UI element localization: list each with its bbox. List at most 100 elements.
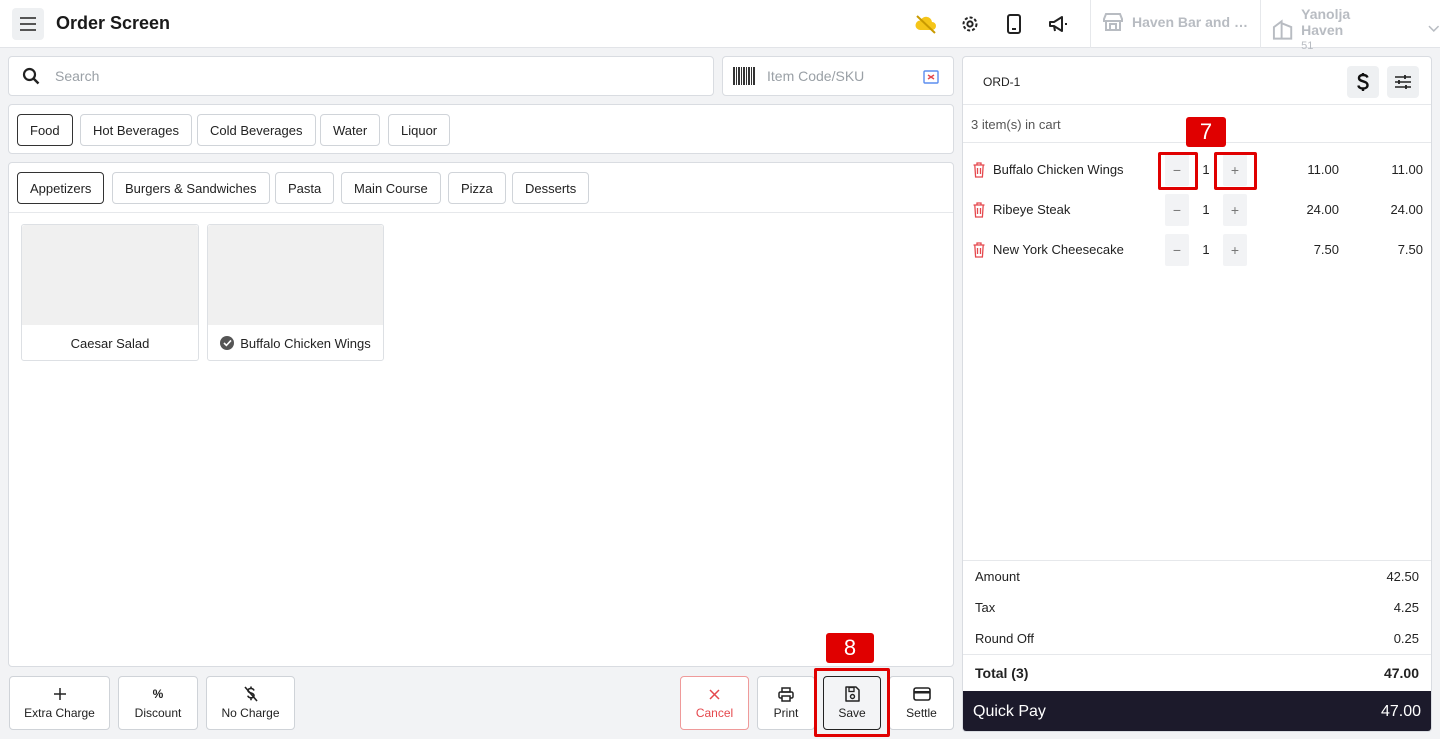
save-label: Save [838,706,866,720]
quick-pay-label: Quick Pay [973,703,1046,720]
quick-pay-button[interactable]: Quick Pay 47.00 [963,691,1431,731]
page-title: Order Screen [56,13,171,33]
cart-item-price: 7.50 [1313,242,1339,257]
sku-input[interactable] [767,68,907,84]
cart-item-price: 24.00 [1306,202,1339,217]
cart-item-total: 24.00 [1390,202,1423,217]
sliders-icon[interactable] [1387,66,1419,98]
total-value: 47.00 [1383,665,1419,681]
total-label: Total (3) [975,665,1029,681]
settle-button[interactable]: Settle [889,676,954,730]
cart-item-qty: 1 [1202,162,1210,177]
chevron-down-icon [1428,25,1440,33]
extra-charge-label: Extra Charge [24,706,95,720]
subcategory-appetizers[interactable]: Appetizers [17,172,105,204]
product-image [208,225,383,325]
increase-qty-button[interactable]: + [1223,234,1247,266]
tablet-icon[interactable] [1002,12,1026,36]
dollar-icon[interactable] [1347,66,1379,98]
increase-qty-button[interactable]: + [1223,194,1247,226]
trash-icon[interactable] [973,242,985,258]
amount-row: Amount 42.50 [975,569,1419,584]
cart-line-item: Ribeye Steak − 1 + 24.00 24.00 [963,194,1431,226]
menu-icon[interactable] [12,8,44,40]
subcategory-pasta[interactable]: Pasta [275,172,335,204]
save-button[interactable]: Save [823,676,881,730]
divider [963,560,1431,561]
check-circle-icon [220,336,235,350]
discount-button[interactable]: % Discount [118,676,198,730]
search-input[interactable] [55,68,655,84]
top-bar: Order Screen Haven Bar and Restaurant Ya… [0,0,1440,52]
divider [963,654,1431,655]
roundoff-label: Round Off [975,631,1035,646]
increase-qty-button[interactable]: + [1223,154,1247,186]
category-cold-beverages[interactable]: Cold Beverages [197,114,316,146]
subcategory-burgers-sandwiches[interactable]: Burgers & Sandwiches [112,172,270,204]
cart-item-price: 11.00 [1307,162,1339,177]
search-bar [8,56,714,96]
tax-value: 4.25 [1393,600,1419,615]
store-name: Haven Bar and Restaurant [1132,14,1250,30]
subcategory-pizza[interactable]: Pizza [448,172,506,204]
cancel-label: Cancel [695,706,734,720]
no-charge-button[interactable]: No Charge [206,676,295,730]
search-icon [21,66,41,86]
property-selector[interactable]: Yanolja Haven 51 [1272,6,1440,52]
gear-icon[interactable] [958,12,982,36]
cart-item-name: Ribeye Steak [993,202,1071,217]
trash-icon[interactable] [973,202,985,218]
cart-header: ORD-1 [963,57,1431,105]
plus-icon [53,686,66,702]
print-button[interactable]: Print [757,676,815,730]
annotation-badge-8: 8 [826,633,874,663]
header-divider [1090,0,1091,48]
cart-line-item: New York Cheesecake − 1 + 7.50 7.50 [963,234,1431,266]
cart-items-count: 3 item(s) in cart [971,117,1061,132]
subcategory-main-course[interactable]: Main Course [341,172,441,204]
barcode-icon [733,67,755,85]
quick-pay-amount: 47.00 [1380,703,1421,720]
category-hot-beverages[interactable]: Hot Beverages [80,114,192,146]
cart-item-qty: 1 [1202,242,1210,257]
close-icon [709,686,720,702]
settle-label: Settle [906,706,937,720]
decrease-qty-button[interactable]: − [1165,194,1189,226]
product-card-caesar-salad[interactable]: Caesar Salad [21,224,199,361]
category-bar: Food Hot Beverages Cold Beverages Water … [8,104,954,154]
category-water[interactable]: Water [320,114,381,146]
no-charge-label: No Charge [221,706,280,720]
megaphone-icon[interactable] [1046,12,1070,36]
building-icon [1272,19,1293,40]
floppy-disk-icon [844,686,860,702]
cart-item-total: 11.00 [1391,162,1423,177]
order-id: ORD-1 [983,75,1021,89]
cart-line-item: Buffalo Chicken Wings − 1 + 11.00 11.00 [963,154,1431,186]
discount-label: Discount [134,706,182,720]
trash-icon[interactable] [973,162,985,178]
extra-charge-button[interactable]: Extra Charge [9,676,110,730]
decrease-qty-button[interactable]: − [1165,154,1189,186]
roundoff-value: 0.25 [1393,631,1419,646]
category-food[interactable]: Food [17,114,73,146]
cart-item-total: 7.50 [1397,242,1423,257]
store-icon [1103,13,1123,31]
cart-item-name: New York Cheesecake [993,242,1124,257]
tax-row: Tax 4.25 [975,600,1419,615]
header-divider [1260,0,1261,48]
no-dollar-icon [243,686,258,702]
scan-icon[interactable] [923,69,939,85]
amount-value: 42.50 [1386,569,1419,584]
sku-bar [722,56,954,96]
cloud-off-icon[interactable] [914,12,938,36]
cancel-button[interactable]: Cancel [680,676,749,730]
cart-panel: ORD-1 3 item(s) in cart Buffalo Chicken … [962,56,1432,732]
category-liquor[interactable]: Liquor [388,114,451,146]
decrease-qty-button[interactable]: − [1165,234,1189,266]
product-card-buffalo-chicken-wings[interactable]: Buffalo Chicken Wings [207,224,384,361]
product-image [22,225,198,325]
tax-label: Tax [975,600,996,615]
property-name: Yanolja Haven [1301,6,1351,38]
subcategory-desserts[interactable]: Desserts [512,172,590,204]
store-selector[interactable]: Haven Bar and Restaurant [1102,12,1250,32]
